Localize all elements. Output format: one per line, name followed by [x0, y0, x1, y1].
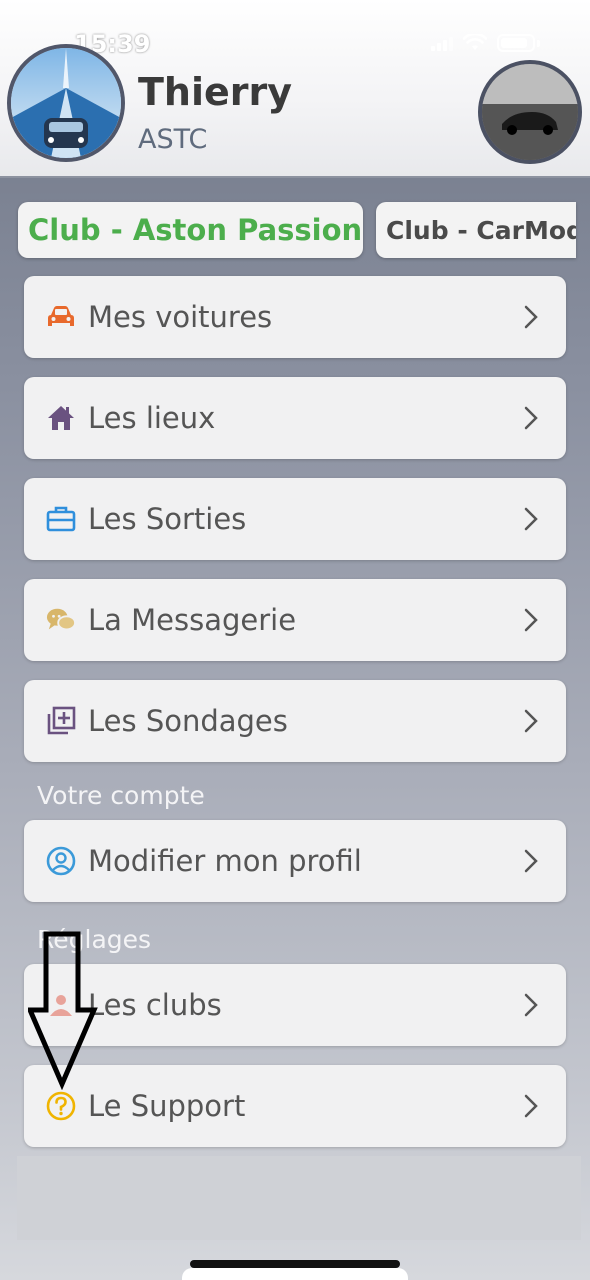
chevron-right-icon: [498, 305, 538, 329]
chevron-right-icon: [498, 507, 538, 531]
club-tabs: Club - Aston Passion Club - CarMod: [0, 198, 590, 262]
menu-item-modifier-profil[interactable]: Modifier mon profil: [24, 820, 566, 902]
chevron-right-icon: [498, 1094, 538, 1118]
chevron-right-icon: [498, 608, 538, 632]
menu-item-label: Le Support: [88, 1089, 246, 1123]
car-icon: [46, 302, 76, 332]
section-title-account: Votre compte: [37, 781, 205, 810]
bottom-panel: [17, 1156, 581, 1240]
menu-item-label: Les Sondages: [88, 704, 288, 738]
menu-item-les-clubs[interactable]: Les clubs: [24, 964, 566, 1046]
user-subtitle: ASTC: [138, 124, 208, 155]
user-name: Thierry: [138, 70, 293, 114]
menu-item-label: Les clubs: [88, 988, 222, 1022]
home-indicator[interactable]: [190, 1260, 400, 1268]
menu-item-la-messagerie[interactable]: La Messagerie: [24, 579, 566, 661]
menu-item-mes-voitures[interactable]: Mes voitures: [24, 276, 566, 358]
menu-item-label: Les Sorties: [88, 502, 247, 536]
section-title-settings: Réglages: [37, 925, 152, 954]
avatar[interactable]: [7, 44, 125, 162]
user-circle-icon: [46, 846, 76, 876]
briefcase-icon: [46, 504, 76, 534]
chevron-right-icon: [498, 406, 538, 430]
chat-bubbles-icon: [46, 605, 76, 635]
car-photo[interactable]: [478, 60, 582, 164]
menu-item-label: La Messagerie: [88, 603, 297, 637]
header: 15:39 Thierry ASTC: [0, 0, 590, 178]
menu-item-label: Modifier mon profil: [88, 844, 362, 878]
menu-item-les-sorties[interactable]: Les Sorties: [24, 478, 566, 560]
wifi-icon: [463, 34, 487, 50]
menu-item-label: Les lieux: [88, 401, 216, 435]
chevron-right-icon: [498, 709, 538, 733]
club-tab-aston-passion[interactable]: Club - Aston Passion: [18, 202, 363, 258]
bottom-peek: [182, 1268, 408, 1280]
menu-item-les-lieux[interactable]: Les lieux: [24, 377, 566, 459]
chevron-right-icon: [498, 849, 538, 873]
question-circle-icon: [46, 1091, 76, 1121]
chevron-right-icon: [498, 993, 538, 1017]
club-tab-carmod[interactable]: Club - CarMod: [376, 202, 576, 258]
status-icons: [431, 34, 540, 52]
signal-icon: [431, 35, 453, 51]
group-icon: [46, 990, 76, 1020]
menu-item-label: Mes voitures: [88, 300, 273, 334]
battery-icon: [497, 34, 535, 52]
menu-item-les-sondages[interactable]: Les Sondages: [24, 680, 566, 762]
add-square-icon: [46, 706, 76, 736]
menu-item-le-support[interactable]: Le Support: [24, 1065, 566, 1147]
house-icon: [46, 403, 76, 433]
